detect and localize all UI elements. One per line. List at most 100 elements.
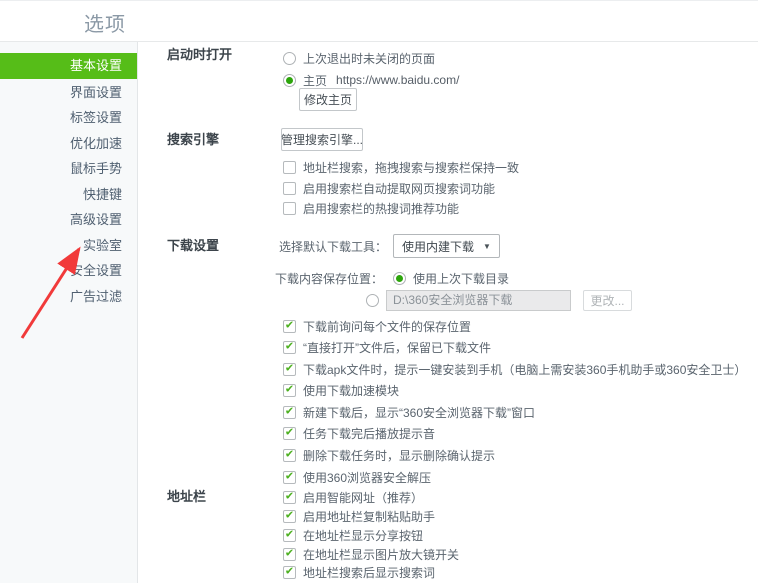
- sidebar-item-security-settings[interactable]: 安全设置: [0, 258, 137, 284]
- check-icon: ✔: [284, 509, 295, 521]
- check-icon: ✔: [284, 340, 295, 352]
- checkbox-addressbar-search-sync[interactable]: ✔: [283, 160, 296, 174]
- sidebar-item-mouse-gestures[interactable]: 鼠标手势: [0, 156, 137, 182]
- checkbox-row: ✔ 地址栏搜索后显示搜索词: [283, 563, 435, 581]
- radio-label: 使用上次下载目录: [413, 271, 510, 286]
- check-icon: ✔: [284, 319, 295, 331]
- radio-label: 上次退出时未关闭的页面: [303, 51, 436, 66]
- checkbox-show-download-window[interactable]: ✔: [283, 405, 296, 419]
- checkbox-label: 新建下载后，显示“360安全浏览器下载”窗口: [303, 405, 536, 420]
- manage-search-engines-button[interactable]: 管理搜索引擎...: [281, 128, 363, 151]
- check-icon: ✔: [284, 565, 295, 577]
- dropdown-value: 使用内建下载: [402, 239, 475, 254]
- download-tool-dropdown[interactable]: 使用内建下载 ▼: [393, 234, 500, 258]
- radio-row-homepage: 主页 https://www.baidu.com/: [283, 71, 459, 89]
- modify-homepage-button[interactable]: 修改主页: [299, 88, 357, 111]
- checkbox-label: 使用360浏览器安全解压: [303, 470, 432, 485]
- radio-label: 主页: [303, 73, 328, 88]
- check-icon: ✔: [284, 426, 295, 438]
- check-icon: ✔: [284, 547, 295, 559]
- sidebar-item-lab[interactable]: 实验室: [0, 233, 137, 259]
- radio-homepage[interactable]: [283, 73, 296, 87]
- section-label-startup: 启动时打开: [167, 47, 233, 62]
- header: 选项: [0, 0, 758, 42]
- checkbox-label: 使用下载加速模块: [303, 383, 400, 398]
- sidebar-item-tab-settings[interactable]: 标签设置: [0, 105, 137, 131]
- checkbox-download-acceleration[interactable]: ✔: [283, 383, 296, 397]
- checkbox-ask-save-location[interactable]: ✔: [283, 319, 296, 333]
- sidebar: 基本设置 界面设置 标签设置 优化加速 鼠标手势 快捷键 高级设置 实验室 安全…: [0, 42, 138, 583]
- checkbox-row: ✔ 启用智能网址（推荐）: [283, 488, 423, 506]
- radio-last-download-dir[interactable]: [393, 271, 407, 285]
- checkbox-label: 下载前询问每个文件的保存位置: [303, 319, 472, 334]
- settings-content: 启动时打开 上次退出时未关闭的页面 主页 https://www.baidu.c…: [138, 42, 758, 583]
- default-tool-label: 选择默认下载工具：: [279, 239, 388, 254]
- check-icon: ✔: [284, 470, 295, 482]
- checkbox-label: 任务下载完后播放提示音: [303, 426, 436, 441]
- save-location-label: 下载内容保存位置：: [275, 271, 384, 286]
- checkbox-confirm-delete-task[interactable]: ✔: [283, 448, 296, 462]
- checkbox-label: 启用搜索栏的热搜词推荐功能: [303, 201, 460, 216]
- save-location-row: 下载内容保存位置： 使用上次下载目录: [275, 269, 509, 287]
- checkbox-row: ✔ 在地址栏显示分享按钮: [283, 526, 423, 544]
- checkbox-safe-unzip[interactable]: ✔: [283, 470, 296, 484]
- checkbox-label: 删除下载任务时，显示删除确认提示: [303, 448, 496, 463]
- checkbox-searchbar-extract-terms[interactable]: ✔: [283, 181, 296, 195]
- checkbox-label: 地址栏搜索后显示搜索词: [303, 565, 436, 580]
- checkbox-show-search-terms[interactable]: ✔: [283, 565, 296, 579]
- check-icon: ✔: [284, 490, 295, 502]
- sidebar-item-interface-settings[interactable]: 界面设置: [0, 80, 137, 106]
- section-label-addressbar: 地址栏: [167, 489, 207, 504]
- checkbox-label: “直接打开”文件后，保留已下载文件: [303, 340, 491, 355]
- radio-last-session[interactable]: [283, 51, 296, 65]
- checkbox-label: 启用地址栏复制粘贴助手: [303, 509, 436, 524]
- checkbox-copy-paste-helper[interactable]: ✔: [283, 509, 296, 523]
- check-icon: ✔: [284, 405, 295, 417]
- checkbox-label: 启用搜索栏自动提取网页搜索词功能: [303, 181, 496, 196]
- checkbox-label: 下载apk文件时，提示一键安装到手机（电脑上需安装360手机助手或360安全卫士…: [303, 362, 747, 377]
- sidebar-item-shortcuts[interactable]: 快捷键: [0, 182, 137, 208]
- radio-custom-download-dir[interactable]: [366, 294, 379, 307]
- checkbox-apk-install-prompt[interactable]: ✔: [283, 362, 296, 376]
- checkbox-row: ✔ 下载前询问每个文件的保存位置: [283, 317, 471, 335]
- checkbox-row: ✔ 在地址栏显示图片放大镜开关: [283, 545, 459, 563]
- checkbox-row: ✔ 地址栏搜索，拖拽搜索与搜索栏保持一致: [283, 158, 519, 176]
- default-tool-row: 选择默认下载工具： 使用内建下载 ▼: [279, 234, 500, 258]
- checkbox-label: 在地址栏显示图片放大镜开关: [303, 547, 460, 562]
- checkbox-label: 在地址栏显示分享按钮: [303, 528, 424, 543]
- checkbox-row: ✔ 使用360浏览器安全解压: [283, 468, 431, 486]
- section-label-download: 下载设置: [167, 238, 220, 253]
- page-title: 选项: [84, 14, 126, 36]
- section-label-search: 搜索引擎: [167, 132, 220, 147]
- checkbox-row: ✔ 删除下载任务时，显示删除确认提示: [283, 446, 495, 464]
- custom-dir-row: D:\360安全浏览器下载: [366, 290, 571, 311]
- checkbox-row: ✔ 新建下载后，显示“360安全浏览器下载”窗口: [283, 403, 535, 421]
- sidebar-item-basic-settings[interactable]: 基本设置: [0, 53, 137, 79]
- checkbox-label: 地址栏搜索，拖拽搜索与搜索栏保持一致: [303, 160, 520, 175]
- checkbox-row: ✔ 启用搜索栏自动提取网页搜索词功能: [283, 179, 495, 197]
- checkbox-row: ✔ 启用地址栏复制粘贴助手: [283, 507, 435, 525]
- checkbox-image-magnifier[interactable]: ✔: [283, 547, 296, 561]
- checkbox-label: 启用智能网址（推荐）: [303, 490, 424, 505]
- checkbox-row: ✔ 使用下载加速模块: [283, 381, 399, 399]
- checkbox-searchbar-hotwords[interactable]: ✔: [283, 201, 296, 215]
- checkbox-row: ✔ 任务下载完后播放提示音: [283, 424, 435, 442]
- radio-row-last-session: 上次退出时未关闭的页面: [283, 49, 435, 67]
- checkbox-keep-opened-files[interactable]: ✔: [283, 340, 296, 354]
- check-icon: ✔: [284, 528, 295, 540]
- sidebar-item-ad-filter[interactable]: 广告过滤: [0, 284, 137, 310]
- checkbox-row: ✔ 下载apk文件时，提示一键安装到手机（电脑上需安装360手机助手或360安全…: [283, 360, 746, 378]
- checkbox-share-button[interactable]: ✔: [283, 528, 296, 542]
- sidebar-item-optimization[interactable]: 优化加速: [0, 131, 137, 157]
- homepage-url: https://www.baidu.com/: [336, 73, 460, 87]
- checkbox-row: ✔ “直接打开”文件后，保留已下载文件: [283, 338, 491, 356]
- download-path-field: D:\360安全浏览器下载: [386, 290, 571, 311]
- change-dir-button: 更改...: [583, 290, 632, 311]
- check-icon: ✔: [284, 362, 295, 374]
- sidebar-item-advanced-settings[interactable]: 高级设置: [0, 207, 137, 233]
- checkbox-smart-url[interactable]: ✔: [283, 490, 296, 504]
- chevron-down-icon: ▼: [483, 241, 491, 251]
- check-icon: ✔: [284, 448, 295, 460]
- checkbox-play-sound-on-complete[interactable]: ✔: [283, 426, 296, 440]
- check-icon: ✔: [284, 383, 295, 395]
